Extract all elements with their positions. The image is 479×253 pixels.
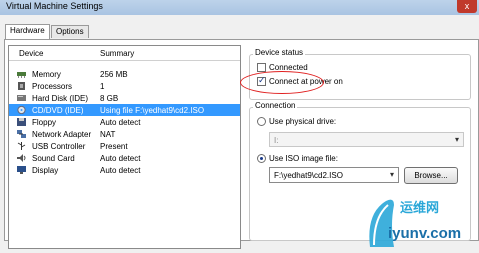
device-name: USB Controller — [32, 142, 86, 151]
device-name: Sound Card — [32, 154, 75, 163]
watermark-site: iyunv.com — [388, 225, 462, 242]
sound-card-icon — [17, 154, 26, 162]
device-summary: NAT — [100, 130, 116, 139]
device-row-memory[interactable]: Memory 256 MB — [9, 68, 240, 80]
watermark-logo: 运维网 iyunv.com — [364, 195, 474, 251]
close-button[interactable]: x — [457, 0, 477, 13]
iso-path-value: F:\yedhat9\cd2.ISO — [274, 171, 343, 180]
device-summary: Auto detect — [100, 154, 141, 163]
chevron-down-icon: ▾ — [454, 135, 459, 144]
floppy-icon — [17, 118, 26, 126]
use-iso-image-radio[interactable] — [257, 154, 266, 163]
device-summary: Auto detect — [100, 118, 141, 127]
physical-drive-select[interactable]: I: ▾ — [269, 132, 464, 147]
column-header-summary[interactable]: Summary — [100, 49, 134, 58]
use-physical-drive-radio[interactable] — [257, 117, 266, 126]
column-header-device[interactable]: Device — [19, 49, 43, 58]
device-name: Display — [32, 166, 59, 175]
device-row-sound-card[interactable]: Sound Card Auto detect — [9, 152, 240, 164]
device-summary: 8 GB — [100, 94, 119, 103]
device-row-network-adapter[interactable]: Network Adapter NAT — [9, 128, 240, 140]
device-row-usb-controller[interactable]: USB Controller Present — [9, 140, 240, 152]
title-bar: Virtual Machine Settings x — [0, 0, 479, 15]
watermark-text: 运维网 — [400, 200, 440, 215]
tab-options[interactable]: Options — [51, 25, 89, 38]
device-name: Hard Disk (IDE) — [32, 94, 89, 103]
usb-icon — [17, 142, 26, 150]
device-name: CD/DVD (IDE) — [32, 106, 84, 115]
network-adapter-icon — [17, 130, 26, 138]
device-row-hard-disk[interactable]: Hard Disk (IDE) 8 GB — [9, 92, 240, 104]
browse-button[interactable]: Browse... — [404, 167, 458, 184]
device-summary: 256 MB — [100, 70, 128, 79]
chevron-down-icon[interactable]: ▾ — [390, 170, 394, 179]
connection-title: Connection — [253, 101, 298, 110]
physical-drive-value: I: — [274, 136, 279, 145]
device-summary: Present — [100, 142, 128, 151]
iso-path-combobox[interactable]: F:\yedhat9\cd2.ISO ▾ — [269, 167, 399, 183]
device-name: Processors — [32, 82, 73, 91]
highlight-circle — [240, 71, 324, 94]
device-name: Network Adapter — [32, 130, 92, 139]
device-name: Memory — [32, 70, 61, 79]
window-body: Hardware Options Device Summary Memory 2… — [0, 15, 479, 249]
connected-checkbox[interactable] — [257, 63, 266, 72]
tab-hardware[interactable]: Hardware — [5, 24, 50, 39]
window-title: Virtual Machine Settings — [6, 1, 103, 11]
display-icon — [17, 166, 26, 174]
device-status-title: Device status — [253, 48, 306, 57]
device-name: Floppy — [32, 118, 57, 127]
device-row-floppy[interactable]: Floppy Auto detect — [9, 116, 240, 128]
device-list-header: Device Summary — [9, 46, 240, 61]
cd-dvd-icon — [17, 106, 26, 114]
device-row-cd-dvd[interactable]: CD/DVD (IDE) Using file F:\yedhat9\cd2.I… — [9, 104, 240, 116]
use-iso-image-label[interactable]: Use ISO image file: — [269, 154, 338, 163]
device-summary: Using file F:\yedhat9\cd2.ISO — [100, 106, 205, 115]
use-physical-drive-label[interactable]: Use physical drive: — [269, 117, 336, 126]
memory-icon — [17, 72, 26, 78]
device-row-processors[interactable]: Processors 1 — [9, 80, 240, 92]
processor-icon — [18, 82, 25, 90]
hard-disk-icon — [17, 95, 26, 101]
device-row-display[interactable]: Display Auto detect — [9, 164, 240, 176]
device-list[interactable]: Device Summary Memory 256 MB Processors … — [8, 45, 241, 249]
device-summary: 1 — [100, 82, 105, 91]
device-summary: Auto detect — [100, 166, 141, 175]
